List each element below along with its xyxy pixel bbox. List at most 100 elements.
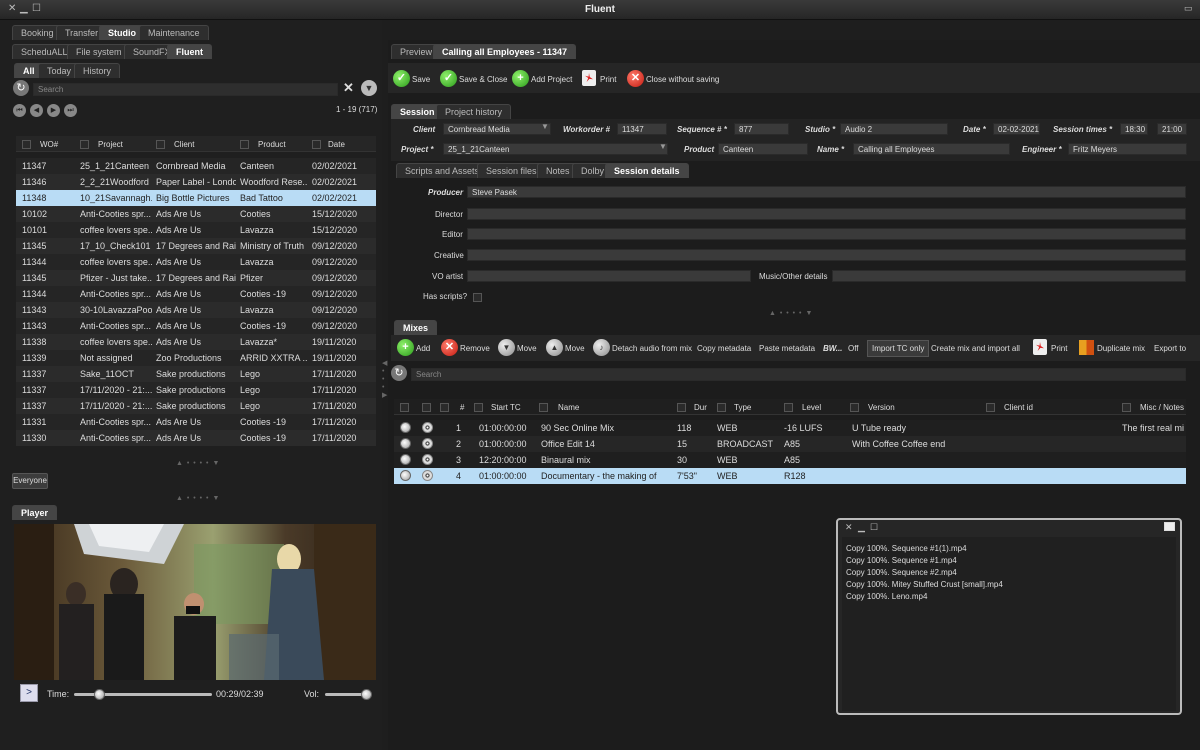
mixes-select-all-checkbox[interactable] [400, 403, 409, 412]
add-project-icon[interactable]: + [512, 70, 529, 87]
tab-player[interactable]: Player [12, 505, 58, 520]
close-window-icon[interactable]: ✕ [8, 3, 16, 14]
workorder-field[interactable]: 11347 [617, 123, 667, 135]
table-row[interactable]: 11343 Anti-Cooties spr... Ads Are Us Cootie… [16, 318, 376, 334]
fullscreen-window-icon[interactable]: ▭ [1184, 3, 1193, 14]
table-row[interactable]: 11338 coffee lovers spe... Ads Are Us Lavaz… [16, 334, 376, 350]
tab-maintenance[interactable]: Maintenance [139, 25, 209, 40]
vo-artist-field[interactable] [467, 270, 751, 282]
record-icon[interactable] [400, 438, 411, 449]
paste-metadata-button[interactable]: Paste metadata [759, 344, 815, 353]
film-reel-icon[interactable] [422, 454, 433, 465]
mixes-level-checkbox[interactable] [784, 403, 793, 412]
select-all-checkbox[interactable] [22, 140, 31, 149]
volume-slider[interactable] [325, 689, 372, 700]
table-row[interactable]: 11345 Pfizer - Just take... 17 Degrees and… [16, 270, 376, 286]
splitter-grip[interactable]: ▲ • • • • ▼ [176, 460, 220, 467]
table-row[interactable]: 11330 Anti-Cooties spr... Ads Are Us Cootie… [16, 430, 376, 446]
add-project-button[interactable]: Add Project [531, 75, 572, 84]
save-icon[interactable]: ✓ [393, 70, 410, 87]
first-page-icon[interactable]: ⏮ [13, 104, 26, 117]
header-project[interactable]: Project [98, 140, 123, 149]
date-field[interactable]: 02-02-2021 [993, 123, 1040, 135]
bw-toggle[interactable]: Off [848, 344, 859, 353]
record-icon[interactable] [400, 422, 411, 433]
table-row[interactable]: 11344 coffee lovers spe... Ads Are Us Lavaz… [16, 254, 376, 270]
project-checkbox[interactable] [80, 140, 89, 149]
move-down-button[interactable]: Move [517, 344, 537, 353]
mixes-version-checkbox[interactable] [850, 403, 859, 412]
header-wo[interactable]: WO# [40, 140, 58, 149]
director-field[interactable] [467, 208, 1186, 220]
engineer-field[interactable]: Fritz Meyers [1068, 143, 1187, 155]
record-icon[interactable] [400, 470, 411, 481]
list-search-input[interactable]: Search [33, 83, 338, 96]
product-field[interactable]: Canteen [718, 143, 808, 155]
refresh-icon[interactable]: ↻ [13, 80, 29, 96]
mixes-header-version[interactable]: Version [868, 403, 895, 412]
maximize-window-icon[interactable]: ☐ [32, 3, 41, 14]
table-row[interactable]: 11337 Sake_11OCT Sake productions Lego 17/11… [16, 366, 376, 382]
filter-tab-history[interactable]: History [74, 63, 121, 78]
details-splitter-grip[interactable]: ▲ • • • • ▼ [769, 310, 813, 317]
create-mix-import-button[interactable]: Create mix and import all [931, 344, 1020, 353]
move-down-icon[interactable]: ▼ [498, 339, 515, 356]
table-row[interactable]: 11347 25_1_21Canteen Cornbread Media Cantee… [16, 158, 376, 174]
editor-field[interactable] [467, 228, 1186, 240]
has-scripts-checkbox[interactable] [473, 293, 482, 302]
mixes-header-level[interactable]: Level [802, 403, 821, 412]
detach-audio-button[interactable]: Detach audio from mix [612, 344, 692, 353]
mixes-refresh-icon[interactable]: ↻ [391, 365, 407, 381]
mixes-header-misc[interactable]: Misc / Notes [1140, 403, 1184, 412]
tab-booking[interactable]: Booking [12, 25, 63, 40]
minimize-window-icon[interactable]: ▁ [20, 3, 28, 14]
client-checkbox[interactable] [156, 140, 165, 149]
mixes-header-dur[interactable]: Dur [694, 403, 707, 412]
duplicate-mix-button[interactable]: Duplicate mix [1097, 344, 1145, 353]
log-close-icon[interactable]: ✕ [845, 522, 853, 533]
duplicate-mix-icon[interactable] [1079, 340, 1094, 355]
play-button[interactable]: > [20, 684, 38, 702]
mixes-col-checkbox[interactable] [422, 403, 431, 412]
import-tc-only-button[interactable]: Import TC only [867, 340, 930, 357]
table-row[interactable]: 11337 17/11/2020 - 21:... Sake productions… [16, 382, 376, 398]
studio-field[interactable]: Audio 2 [840, 123, 948, 135]
header-client[interactable]: Client [174, 140, 194, 149]
last-page-icon[interactable]: ⏭ [64, 104, 77, 117]
mixes-header-client-id[interactable]: Client id [1004, 403, 1033, 412]
log-fullscreen-icon[interactable] [1164, 522, 1175, 531]
table-row[interactable]: 11331 Anti-Cooties spr... Ads Are Us Cootie… [16, 414, 376, 430]
sequence-field[interactable]: 877 [734, 123, 789, 135]
close-without-saving-icon[interactable]: ✕ [627, 70, 644, 87]
video-frame[interactable] [14, 524, 376, 680]
mix-row[interactable]: 1 01:00:00:00 90 Sec Online Mix 118 WEB -16 L… [394, 420, 1186, 436]
tab-session-document[interactable]: Calling all Employees - 11347 [433, 44, 577, 59]
volume-slider-handle[interactable] [360, 689, 372, 700]
prev-page-icon[interactable]: ◀ [30, 104, 43, 117]
export-button[interactable]: Export to [1154, 344, 1186, 353]
table-row[interactable]: 11346 2_2_21Woodford Paper Label - London W… [16, 174, 376, 190]
mixes-misc-checkbox[interactable] [1122, 403, 1131, 412]
session-end-field[interactable]: 21:00 [1157, 123, 1187, 135]
record-icon[interactable] [400, 454, 411, 465]
mixes-header-start-tc[interactable]: Start TC [491, 403, 521, 412]
table-row[interactable]: 10101 coffee lovers spe... Ads Are Us Lavaz… [16, 222, 376, 238]
tab-session-files[interactable]: Session files [477, 163, 546, 178]
clear-search-icon[interactable]: ✕ [343, 80, 354, 96]
film-reel-icon[interactable] [422, 422, 433, 433]
mixes-print-pdf-icon[interactable] [1033, 339, 1047, 355]
table-row[interactable]: 11337 17/11/2020 - 21:... Sake productions… [16, 398, 376, 414]
table-row[interactable]: 11339 Not assigned Zoo Productions ARRID XX… [16, 350, 376, 366]
tab-fluent[interactable]: Fluent [167, 44, 212, 59]
date-checkbox[interactable] [312, 140, 321, 149]
header-product[interactable]: Product [258, 140, 286, 149]
mixes-type-checkbox[interactable] [717, 403, 726, 412]
table-row[interactable]: 11344 Anti-Cooties spr... Ads Are Us Cootie… [16, 286, 376, 302]
mixes-header-num[interactable]: # [460, 403, 464, 412]
move-up-icon[interactable]: ▲ [546, 339, 563, 356]
table-row[interactable]: 11345 17_10_Check101 17 Degrees and Rai...… [16, 238, 376, 254]
table-row[interactable]: 11343 30-10LavazzaPoo Ads Are Us Lavazza 09/… [16, 302, 376, 318]
product-checkbox[interactable] [240, 140, 249, 149]
next-page-icon[interactable]: ▶ [47, 104, 60, 117]
detach-audio-icon[interactable]: ♪ [593, 339, 610, 356]
